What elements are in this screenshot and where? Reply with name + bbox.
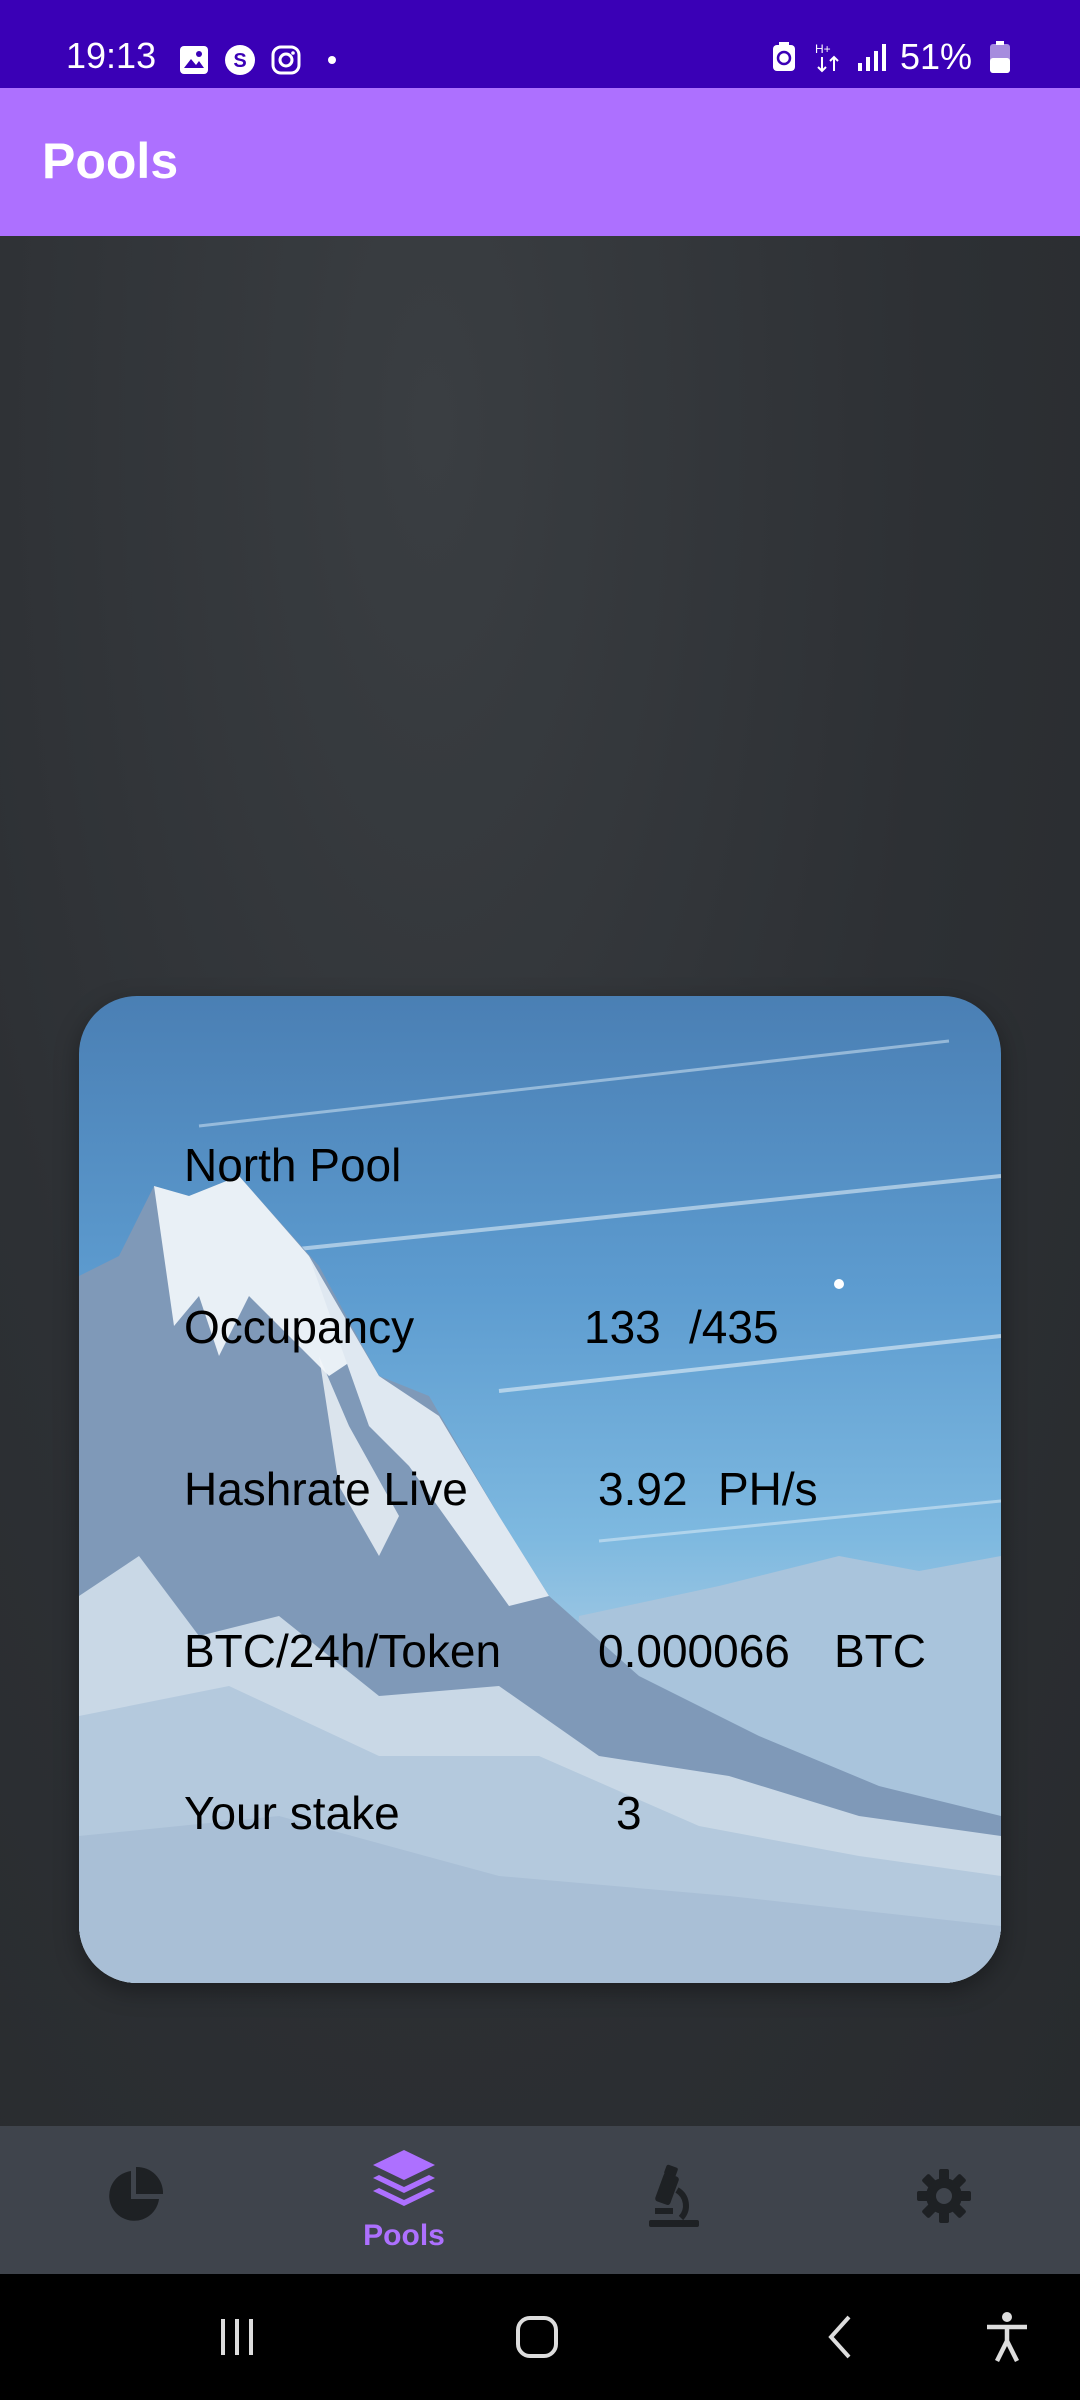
status-right-icons: H+ 51%	[768, 36, 1016, 78]
nav-item-pools[interactable]: Pools	[304, 2126, 504, 2274]
btc-per-token-value: 0.000066	[598, 1625, 790, 1677]
pool-name: North Pool	[184, 1139, 402, 1191]
nav-item-settings[interactable]	[844, 2126, 1044, 2274]
status-left-icons: S	[178, 44, 348, 76]
stake-label: Your stake	[184, 1787, 400, 1839]
gallery-icon	[178, 44, 210, 76]
signal-icon	[856, 41, 888, 73]
app-bar: Pools	[0, 88, 1080, 236]
home-button[interactable]	[502, 2302, 572, 2372]
gear-icon	[916, 2168, 972, 2229]
status-time: 19:13	[66, 35, 157, 76]
main-content: North Pool Occupancy 133 /435 Hashrate L…	[0, 236, 1080, 2126]
pie-chart-icon	[103, 2165, 165, 2232]
layers-icon	[369, 2148, 439, 2215]
svg-text:H+: H+	[815, 42, 831, 56]
data-arrows-icon: H+	[812, 41, 844, 73]
occupancy-value: 133	[584, 1301, 661, 1353]
svg-text:S: S	[233, 50, 246, 72]
bottom-navigation: Pools	[0, 2126, 1080, 2274]
s-app-icon: S	[224, 44, 256, 76]
microscope-icon	[645, 2164, 703, 2233]
hashrate-label: Hashrate Live	[184, 1463, 468, 1515]
accessibility-button[interactable]	[972, 2302, 1042, 2372]
battery-saver-icon	[768, 41, 800, 73]
system-navigation-bar	[0, 2274, 1080, 2400]
instagram-icon	[270, 44, 302, 76]
nav-item-pools-label: Pools	[363, 2218, 445, 2252]
back-icon	[828, 2315, 851, 2359]
occupancy-capacity: /435	[689, 1301, 779, 1353]
stake-value: 3	[616, 1787, 642, 1839]
back-button[interactable]	[806, 2302, 876, 2372]
btc-per-token-unit: BTC	[834, 1625, 926, 1677]
recent-apps-icon	[221, 2319, 253, 2355]
nav-item-dashboard[interactable]	[34, 2126, 234, 2274]
nav-item-lab[interactable]	[574, 2126, 774, 2274]
battery-icon	[984, 41, 1016, 73]
page-title: Pools	[42, 133, 179, 189]
battery-percent: 51%	[899, 36, 972, 77]
dot-icon	[316, 44, 348, 76]
status-bar: 19:13 S H+ 51%	[0, 0, 1080, 88]
recent-apps-button[interactable]	[202, 2302, 272, 2372]
btc-per-token-label: BTC/24h/Token	[184, 1625, 502, 1677]
occupancy-label: Occupancy	[184, 1301, 415, 1353]
accessibility-icon	[987, 2312, 1027, 2363]
hashrate-unit: PH/s	[718, 1463, 818, 1515]
pool-card[interactable]: North Pool Occupancy 133 /435 Hashrate L…	[79, 996, 1001, 1983]
hashrate-value: 3.92	[598, 1463, 688, 1515]
home-icon	[516, 2316, 558, 2358]
